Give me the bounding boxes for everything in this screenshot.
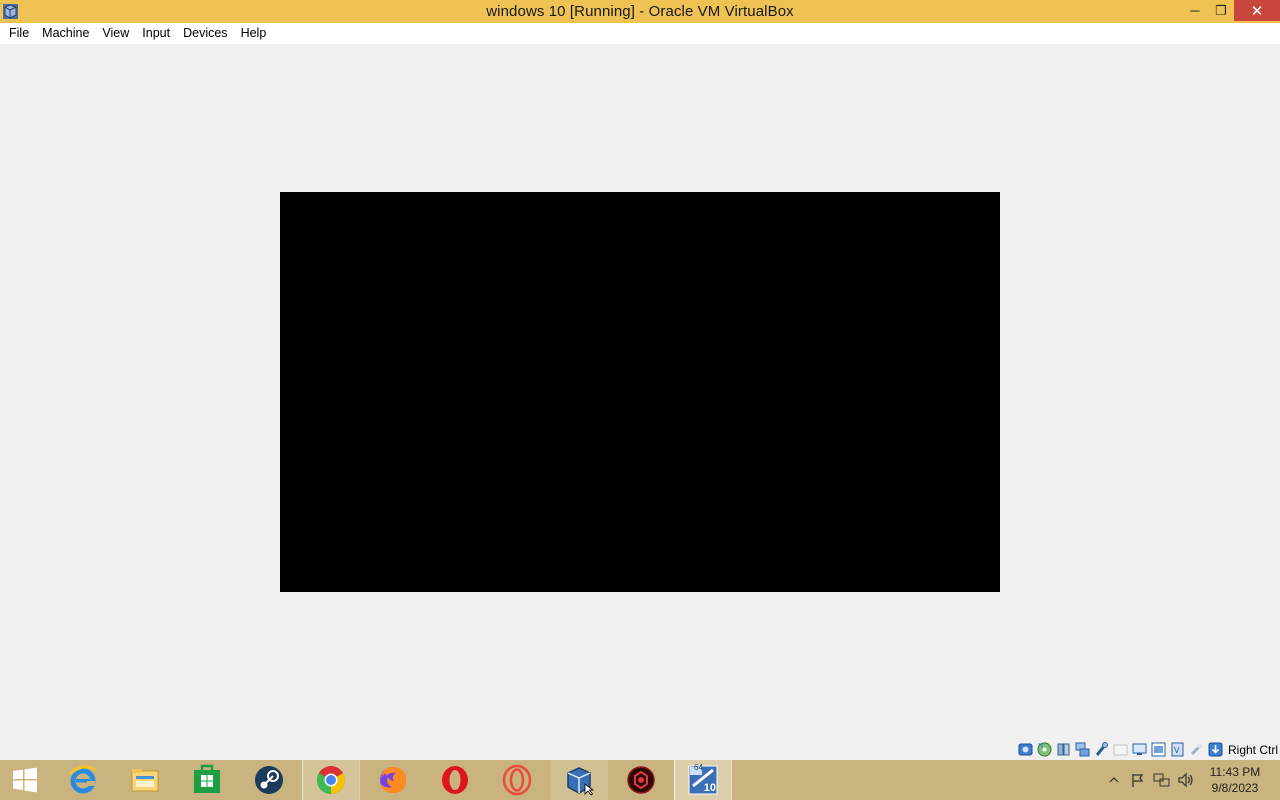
optical-drive-icon[interactable] — [1036, 741, 1053, 758]
clock[interactable]: 11:43 PM 9/8/2023 — [1200, 764, 1270, 796]
vm-screen[interactable] — [280, 192, 1000, 592]
taskbar-chrome[interactable] — [302, 760, 360, 800]
vm-badge: 10 — [703, 782, 716, 794]
start-button[interactable] — [0, 760, 50, 800]
taskbar-store[interactable] — [178, 760, 236, 800]
menu-help[interactable]: Help — [236, 23, 272, 44]
menu-bar: File Machine View Input Devices Help — [0, 23, 1280, 44]
show-hidden-icons-icon[interactable] — [1102, 760, 1126, 800]
action-center-flag-icon[interactable] — [1126, 760, 1150, 800]
window-controls: ─ ❐ ✕ — [1182, 0, 1280, 21]
display-icon[interactable] — [1131, 741, 1148, 758]
mouse-integration-icon[interactable] — [1188, 741, 1205, 758]
shared-folders-icon[interactable] — [1112, 741, 1129, 758]
virtualbox-icon — [567, 767, 595, 796]
internet-explorer-icon — [68, 765, 97, 794]
opera-gx-icon — [502, 764, 532, 796]
restore-button[interactable]: ❐ — [1208, 0, 1234, 21]
windows-logo-icon — [13, 767, 37, 793]
host-key-label[interactable]: Right Ctrl — [1228, 743, 1278, 757]
menu-view[interactable]: View — [97, 23, 134, 44]
network-tray-icon[interactable] — [1150, 760, 1174, 800]
audio-icon[interactable] — [1055, 741, 1072, 758]
game-icon — [627, 766, 655, 794]
close-button[interactable]: ✕ — [1234, 0, 1280, 21]
hard-disk-icon[interactable] — [1017, 741, 1034, 758]
file-explorer-icon — [131, 769, 159, 792]
taskbar-opera[interactable] — [426, 760, 484, 800]
taskbar-internet-explorer[interactable] — [54, 760, 112, 800]
volume-icon[interactable] — [1174, 760, 1198, 800]
usb-icon[interactable] — [1093, 741, 1110, 758]
vm-badge-top: 64 — [694, 763, 703, 772]
taskbar: 64 10 11:43 PM 9/8/2023 — [0, 760, 1280, 800]
firefox-icon — [380, 767, 406, 793]
network-icon[interactable] — [1074, 741, 1091, 758]
chrome-icon — [317, 766, 345, 794]
taskbar-file-explorer[interactable] — [116, 760, 174, 800]
svg-text:V: V — [1174, 746, 1180, 755]
minimize-button[interactable]: ─ — [1182, 0, 1208, 21]
menu-devices[interactable]: Devices — [178, 23, 232, 44]
cpu-icon[interactable]: V — [1169, 741, 1186, 758]
opera-icon — [442, 766, 468, 794]
clock-date: 9/8/2023 — [1211, 781, 1259, 795]
keyboard-capture-icon[interactable] — [1207, 741, 1224, 758]
clock-time: 11:43 PM — [1209, 765, 1261, 779]
title-bar[interactable]: windows 10 [Running] - Oracle VM Virtual… — [0, 0, 1280, 23]
store-icon — [194, 764, 220, 793]
menu-machine[interactable]: Machine — [37, 23, 94, 44]
video-capture-icon[interactable] — [1150, 741, 1167, 758]
taskbar-virtualbox[interactable] — [550, 760, 608, 800]
taskbar-opera-gx[interactable] — [488, 760, 546, 800]
menu-file[interactable]: File — [4, 23, 34, 44]
system-tray: 11:43 PM 9/8/2023 — [1102, 760, 1280, 800]
steam-icon — [255, 766, 283, 794]
show-desktop-button[interactable] — [1270, 760, 1280, 800]
taskbar-steam[interactable] — [240, 760, 298, 800]
taskbar-game-app[interactable] — [612, 760, 670, 800]
window-title: windows 10 [Running] - Oracle VM Virtual… — [486, 3, 794, 20]
virtualbox-icon[interactable] — [2, 3, 19, 20]
taskbar-virtualbox-vm[interactable]: 64 10 — [674, 760, 732, 800]
status-bar: V Right Ctrl — [1017, 739, 1280, 760]
menu-input[interactable]: Input — [137, 23, 175, 44]
taskbar-firefox[interactable] — [364, 760, 422, 800]
